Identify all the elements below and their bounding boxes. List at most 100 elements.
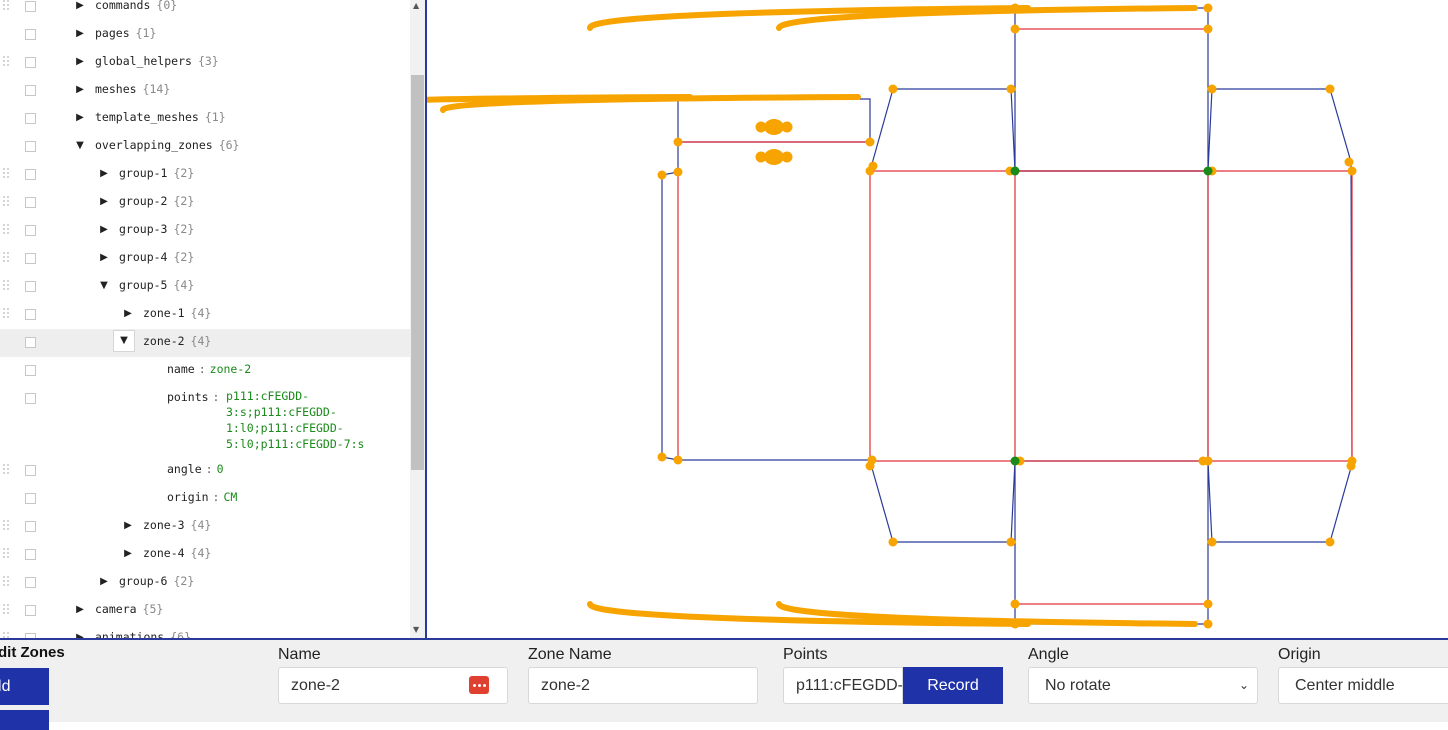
tree-property-row[interactable]: points: p111:cFEGDD- 3:s;p111:cFEGDD- 1:l… (0, 385, 410, 457)
drag-handle-icon[interactable] (3, 464, 11, 478)
tree-row-checkbox[interactable] (25, 141, 36, 152)
tree-node-row[interactable]: ▶ group-6 {2} (0, 569, 410, 597)
tree-node-row[interactable]: ▶ zone-3 {4} (0, 513, 410, 541)
tree-row-checkbox[interactable] (25, 253, 36, 264)
property-value[interactable]: 0 (217, 462, 224, 476)
tree-row-checkbox[interactable] (25, 85, 36, 96)
tree-node-row[interactable]: ▶ zone-1 {4} (0, 301, 410, 329)
tree-row-checkbox[interactable] (25, 113, 36, 124)
tree-node-row[interactable]: ▶ pages {1} (0, 21, 410, 49)
tree-node-row[interactable]: ▼ overlapping_zones {6} (0, 133, 410, 161)
origin-select[interactable]: Center middle (1278, 667, 1448, 704)
control-point[interactable] (1203, 599, 1213, 609)
cut-line[interactable] (1015, 170, 1209, 462)
property-value[interactable]: p111:cFEGDD- 3:s;p111:cFEGDD- 1:l0;p111:… (226, 388, 386, 452)
caret-right-icon[interactable]: ▶ (74, 111, 86, 125)
tree-node-row[interactable]: ▼ group-5 {4} (0, 273, 410, 301)
tree-row-checkbox[interactable] (25, 57, 36, 68)
tree-row-checkbox[interactable] (25, 465, 36, 476)
scroll-down-arrow-icon[interactable]: ▼ (413, 625, 419, 634)
control-point[interactable] (1207, 84, 1217, 94)
caret-right-icon[interactable]: ▶ (74, 83, 86, 97)
control-point[interactable] (1010, 24, 1020, 34)
tree-row-checkbox[interactable] (25, 393, 36, 404)
drag-handle-icon[interactable] (3, 56, 11, 70)
control-point[interactable] (1347, 166, 1357, 176)
property-value[interactable]: zone-2 (210, 362, 252, 376)
caret-right-icon[interactable]: ▶ (98, 167, 110, 181)
drag-handle-icon[interactable] (3, 548, 11, 562)
tree-row-checkbox[interactable] (25, 605, 36, 616)
tree-node-row[interactable]: ▶ group-2 {2} (0, 189, 410, 217)
secondary-button[interactable] (0, 710, 49, 730)
tree-row-checkbox[interactable] (25, 577, 36, 588)
tree-property-row[interactable]: origin: CM (0, 485, 410, 513)
control-point[interactable] (1325, 537, 1335, 547)
control-point[interactable] (1198, 456, 1208, 466)
drag-handle-icon[interactable] (3, 196, 11, 210)
zone-name-input[interactable]: zone-2 (528, 667, 758, 704)
tree-node-row[interactable]: ▶ group-1 {2} (0, 161, 410, 189)
control-point[interactable] (1344, 157, 1354, 167)
tree-property-row[interactable]: name: zone-2 (0, 357, 410, 385)
caret-right-icon[interactable]: ▶ (98, 251, 110, 265)
rotation-handle[interactable] (755, 121, 767, 133)
cut-line[interactable] (1014, 7, 1209, 172)
tree-row-checkbox[interactable] (25, 521, 36, 532)
caret-right-icon[interactable]: ▶ (98, 223, 110, 237)
drag-handle-icon[interactable] (3, 0, 11, 14)
control-point[interactable] (673, 455, 683, 465)
tree-row-checkbox[interactable] (25, 337, 36, 348)
zone-editor-canvas[interactable] (248, 0, 1448, 638)
scroll-up-arrow-icon[interactable]: ▲ (413, 1, 419, 10)
caret-down-icon[interactable]: ▼ (113, 330, 135, 352)
control-point[interactable] (865, 137, 875, 147)
rotation-handle[interactable] (781, 121, 793, 133)
add-button[interactable]: Add (0, 668, 49, 705)
control-point[interactable] (673, 137, 683, 147)
angle-select[interactable]: No rotate ⌄ (1028, 667, 1258, 704)
control-point[interactable] (1203, 619, 1213, 629)
drag-handle-icon[interactable] (3, 576, 11, 590)
control-point[interactable] (1203, 24, 1213, 34)
caret-right-icon[interactable]: ▶ (74, 603, 86, 617)
cut-line[interactable] (869, 460, 1016, 543)
control-point[interactable] (657, 170, 667, 180)
control-point[interactable] (1006, 537, 1016, 547)
tree-node-row[interactable]: ▶ commands {0} (0, 0, 410, 21)
control-point[interactable] (657, 452, 667, 462)
tree-row-checkbox[interactable] (25, 1, 36, 12)
caret-right-icon[interactable]: ▶ (122, 547, 134, 561)
tree-node-row[interactable]: ▶ group-4 {2} (0, 245, 410, 273)
tree-node-row[interactable]: ▼ zone-2 {4} (0, 329, 410, 357)
cut-line[interactable] (1207, 88, 1353, 543)
tree-row-checkbox[interactable] (25, 197, 36, 208)
rotation-handle[interactable] (764, 149, 784, 165)
caret-down-icon[interactable]: ▼ (98, 279, 110, 293)
rotation-handle[interactable] (755, 151, 767, 163)
drag-handle-icon[interactable] (3, 252, 11, 266)
control-point[interactable] (1325, 84, 1335, 94)
control-point[interactable] (1203, 3, 1213, 13)
cut-line[interactable] (1014, 461, 1209, 625)
cut-line[interactable] (869, 88, 1016, 172)
tree-node-row[interactable]: ▶ camera {5} (0, 597, 410, 625)
tree-row-checkbox[interactable] (25, 549, 36, 560)
caret-right-icon[interactable]: ▶ (74, 0, 86, 13)
tree-row-checkbox[interactable] (25, 169, 36, 180)
tree-scrollbar[interactable]: ▲ ▼ (410, 0, 425, 638)
dieline-drawing[interactable] (248, 0, 1448, 638)
cut-line[interactable] (661, 142, 870, 461)
tree-row-checkbox[interactable] (25, 281, 36, 292)
control-point[interactable] (888, 537, 898, 547)
property-value[interactable]: CM (223, 490, 237, 504)
control-point[interactable] (1346, 461, 1356, 471)
anchor-point[interactable] (1010, 166, 1020, 176)
anchor-point[interactable] (1010, 456, 1020, 466)
rotation-handle[interactable] (781, 151, 793, 163)
tree-node-row[interactable]: ▶ group-3 {2} (0, 217, 410, 245)
control-point[interactable] (1010, 599, 1020, 609)
control-point[interactable] (865, 461, 875, 471)
tree-node-row[interactable]: ▶ animations {6} (0, 625, 410, 638)
control-point[interactable] (865, 166, 875, 176)
